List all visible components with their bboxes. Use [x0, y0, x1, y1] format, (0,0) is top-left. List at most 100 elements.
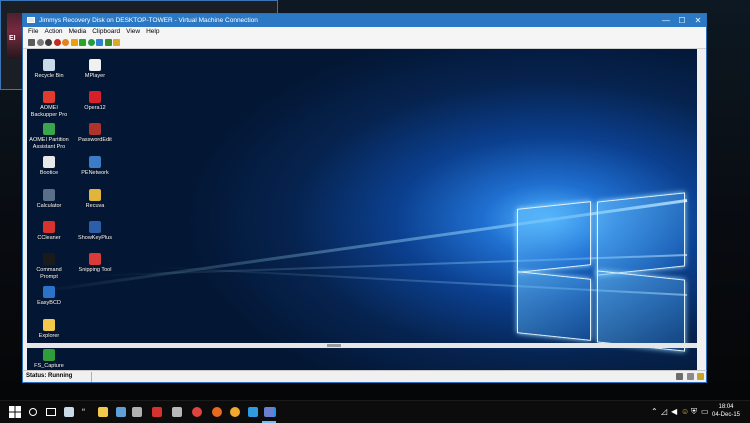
aomei-backupper-icon — [43, 91, 55, 103]
network-icon[interactable]: ◿ — [661, 407, 667, 416]
start-icon[interactable] — [36, 39, 44, 46]
secure-icon — [697, 373, 704, 380]
turn-off-icon[interactable] — [45, 39, 52, 46]
firefox-icon[interactable] — [210, 405, 224, 419]
menu-media[interactable]: Media — [66, 27, 90, 37]
desktop-icon[interactable]: ShowKeyPlus — [73, 221, 117, 242]
fscapture-icon — [43, 349, 55, 361]
menu-file[interactable]: File — [23, 27, 41, 37]
chrome-icon[interactable] — [190, 405, 204, 419]
mplayer-icon — [89, 59, 101, 71]
settings-icon-glyph — [132, 407, 142, 417]
desktop-icon[interactable]: AOMEI Backupper Pro — [27, 91, 71, 118]
file-explorer-icon-glyph — [98, 407, 108, 417]
hyperv-manager-icon-glyph — [116, 407, 126, 417]
vm-connection-icon[interactable] — [262, 405, 276, 423]
logo-pane — [597, 270, 685, 352]
settings-icon[interactable] — [130, 405, 144, 419]
desktop-icon[interactable]: Snipping Tool — [73, 253, 117, 274]
desktop-icon[interactable]: AOMEI Partition Assistant Pro — [27, 123, 71, 150]
windows-logo — [517, 187, 687, 352]
recuva-icon — [89, 189, 101, 201]
ccleaner-icon — [43, 221, 55, 233]
minimize-button[interactable]: — — [658, 14, 674, 27]
vm-menu-bar: File Action Media Clipboard View Help — [23, 27, 706, 37]
desktop-icon[interactable]: Recycle Bin — [27, 59, 71, 80]
task-view-icon-glyph — [46, 408, 56, 416]
media-icon-glyph — [172, 407, 182, 417]
vm-connection-icon-glyph — [264, 407, 274, 417]
easybcd-icon — [43, 286, 55, 298]
logo-pane — [517, 201, 591, 273]
desktop-icon[interactable]: MPlayer — [73, 59, 117, 80]
search-icon[interactable] — [26, 405, 40, 419]
desktop-icon[interactable]: Opera12 — [73, 91, 117, 112]
enhanced-session-icon[interactable] — [113, 39, 120, 46]
desktop-icon[interactable]: Recuva — [73, 189, 117, 210]
calculator-icon — [43, 189, 55, 201]
keyboard-icon[interactable]: ▭ — [701, 407, 709, 416]
desktop-icon[interactable]: Explorer — [27, 319, 71, 340]
desktop-icon[interactable]: Command Prompt — [27, 253, 71, 280]
volume-icon[interactable]: ◀ — [671, 407, 677, 416]
close-button[interactable]: ✕ — [690, 14, 706, 27]
logo-pane — [597, 192, 685, 276]
vm-toolbar — [23, 37, 706, 49]
file-explorer-icon[interactable] — [96, 405, 110, 419]
chrome-canary-icon[interactable] — [228, 405, 242, 419]
status-separator — [91, 372, 92, 382]
recycle-bin-icon — [43, 59, 55, 71]
ccleaner-icon[interactable] — [150, 405, 164, 419]
chrome-icon-glyph — [192, 407, 202, 417]
desktop-icon-label: PasswordEdit — [78, 137, 112, 143]
hyperv-manager-icon[interactable] — [114, 405, 128, 419]
desktop-icon-label: AOMEI Backupper Pro — [30, 105, 68, 118]
lock-icon — [687, 373, 694, 380]
save-icon[interactable] — [62, 39, 69, 46]
horizontal-scrollbar[interactable] — [27, 343, 697, 348]
vm-title-bar[interactable]: Jimmys Recovery Disk on DESKTOP-TOWER - … — [23, 14, 706, 27]
menu-clipboard[interactable]: Clipboard — [89, 27, 123, 37]
clock-date: 04-Dec-15 — [711, 412, 740, 418]
recycle-bin-icon[interactable] — [62, 405, 76, 419]
snipping-tool-icon — [89, 253, 101, 265]
desktop-icon[interactable]: CCleaner — [27, 221, 71, 242]
revert-icon[interactable] — [104, 39, 112, 46]
maximize-button[interactable]: ☐ — [674, 14, 690, 27]
vm-connection-window: Jimmys Recovery Disk on DESKTOP-TOWER - … — [22, 13, 707, 383]
recycle-bin-icon-glyph — [64, 407, 74, 417]
desktop-icon[interactable]: FS_Capture — [27, 349, 71, 370]
desktop-icon[interactable]: PENetwork — [73, 156, 117, 177]
security-icon[interactable]: ⛨ — [691, 407, 697, 417]
checkpoint-icon[interactable] — [96, 39, 103, 46]
desktop-icon[interactable]: Calculator — [27, 189, 71, 210]
desktop-icon-label: AOMEI Partition Assistant Pro — [29, 137, 69, 150]
menu-view[interactable]: View — [123, 27, 143, 37]
shutdown-icon[interactable] — [53, 39, 61, 46]
desktop-icon-label: Calculator — [36, 203, 62, 209]
quote-icon-glyph: “ — [82, 407, 85, 417]
menu-action[interactable]: Action — [41, 27, 65, 37]
resume-icon[interactable] — [79, 39, 86, 46]
media-icon[interactable] — [170, 405, 184, 419]
vm-status-bar: Status: Running — [22, 370, 707, 383]
guest-desktop[interactable]: Recycle Bin AOMEI Backupper Pro AOMEI Part… — [27, 49, 697, 377]
desktop-icon[interactable]: PasswordEdit — [73, 123, 117, 144]
internet-explorer-icon[interactable] — [246, 405, 260, 419]
quote-icon[interactable]: “ — [80, 405, 94, 419]
ctrl-alt-del-icon[interactable] — [28, 39, 35, 46]
task-view-icon[interactable] — [44, 405, 58, 419]
clock-time: 18:04 — [718, 404, 734, 410]
menu-help[interactable]: Help — [143, 27, 162, 37]
reset-icon[interactable] — [87, 39, 95, 46]
scrollbar-thumb[interactable] — [327, 344, 341, 347]
desktop-icon-label: Snipping Tool — [78, 267, 112, 273]
pause-icon[interactable] — [70, 39, 78, 46]
desktop-icon[interactable]: Bootice — [27, 156, 71, 177]
desktop-icon-label: CCleaner — [37, 235, 61, 241]
clock[interactable]: 18:04 04-Dec-15 — [712, 403, 740, 419]
desktop-icon[interactable]: EasyBCD — [27, 286, 71, 307]
start-icon[interactable] — [8, 405, 22, 419]
smiley-icon[interactable]: ☺ — [681, 407, 689, 416]
chevron-up-icon[interactable]: ⌃ — [651, 407, 658, 416]
